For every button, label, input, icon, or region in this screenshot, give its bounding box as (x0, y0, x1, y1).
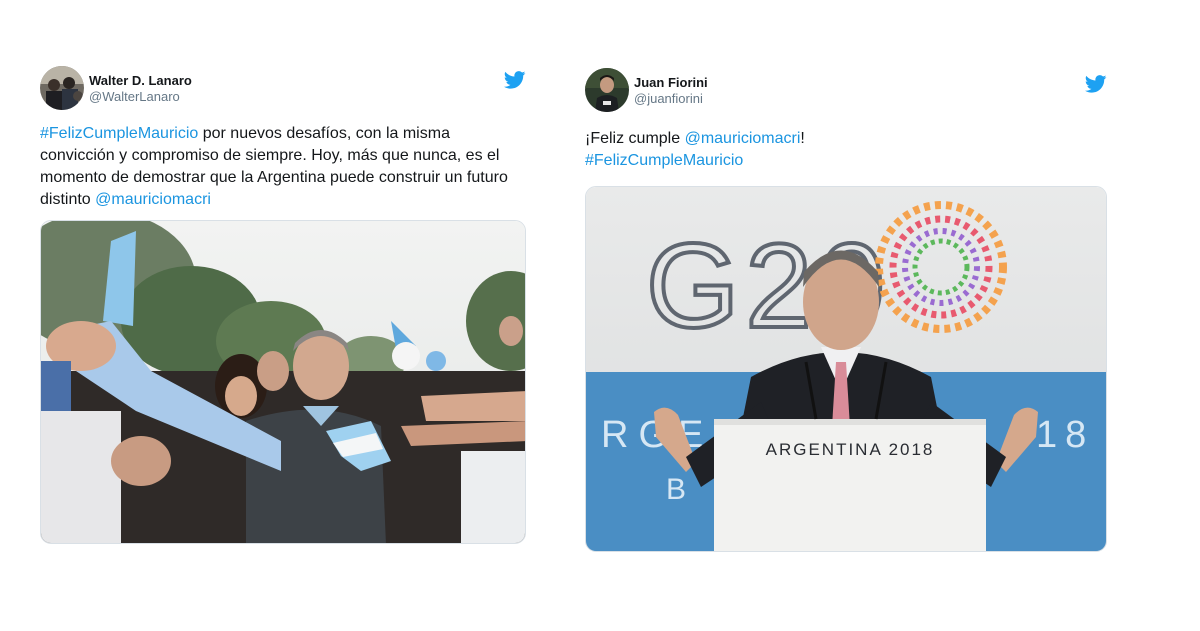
twitter-bird-icon[interactable] (1085, 75, 1107, 93)
tweet-text-prefix: ¡Feliz cumple (585, 130, 685, 147)
backdrop-text-right: 18 (1036, 414, 1094, 456)
author-handle[interactable]: @WalterLanaro (89, 89, 192, 105)
tweet-header: Juan Fiorini @juanfiorini (585, 68, 1107, 114)
tweet-card-walter-lanaro[interactable]: Walter D. Lanaro @WalterLanaro #FelizCum… (40, 66, 526, 544)
author-block: Walter D. Lanaro @WalterLanaro (89, 73, 192, 105)
avatar[interactable] (40, 66, 84, 110)
author-name[interactable]: Juan Fiorini (634, 75, 708, 91)
author-name[interactable]: Walter D. Lanaro (89, 73, 192, 89)
podium-label: ARGENTINA 2018 (766, 440, 935, 459)
tweet-photo[interactable]: G20 RGEN 18 B ARGENTI (585, 186, 1107, 552)
author-block: Juan Fiorini @juanfiorini (634, 75, 708, 107)
mention-link[interactable]: @mauriciomacri (95, 191, 211, 208)
hashtag-link[interactable]: #FelizCumpleMauricio (585, 152, 743, 169)
tweet-text: ¡Feliz cumple @mauriciomacri! #FelizCumpl… (585, 128, 1107, 172)
tweet-header: Walter D. Lanaro @WalterLanaro (40, 66, 526, 112)
tweet-text: #FelizCumpleMauricio por nuevos desafíos… (40, 123, 526, 211)
mention-link[interactable]: @mauriciomacri (685, 130, 801, 147)
backdrop-text-b: B (666, 473, 686, 506)
twitter-bird-icon[interactable] (504, 71, 526, 89)
avatar[interactable] (585, 68, 629, 112)
author-handle[interactable]: @juanfiorini (634, 91, 708, 107)
hashtag-link[interactable]: #FelizCumpleMauricio (40, 125, 198, 142)
tweet-photo[interactable] (40, 220, 526, 544)
tweet-text-suffix: ! (800, 130, 805, 147)
tweet-card-juan-fiorini[interactable]: Juan Fiorini @juanfiorini ¡Feliz cumple … (585, 68, 1107, 552)
